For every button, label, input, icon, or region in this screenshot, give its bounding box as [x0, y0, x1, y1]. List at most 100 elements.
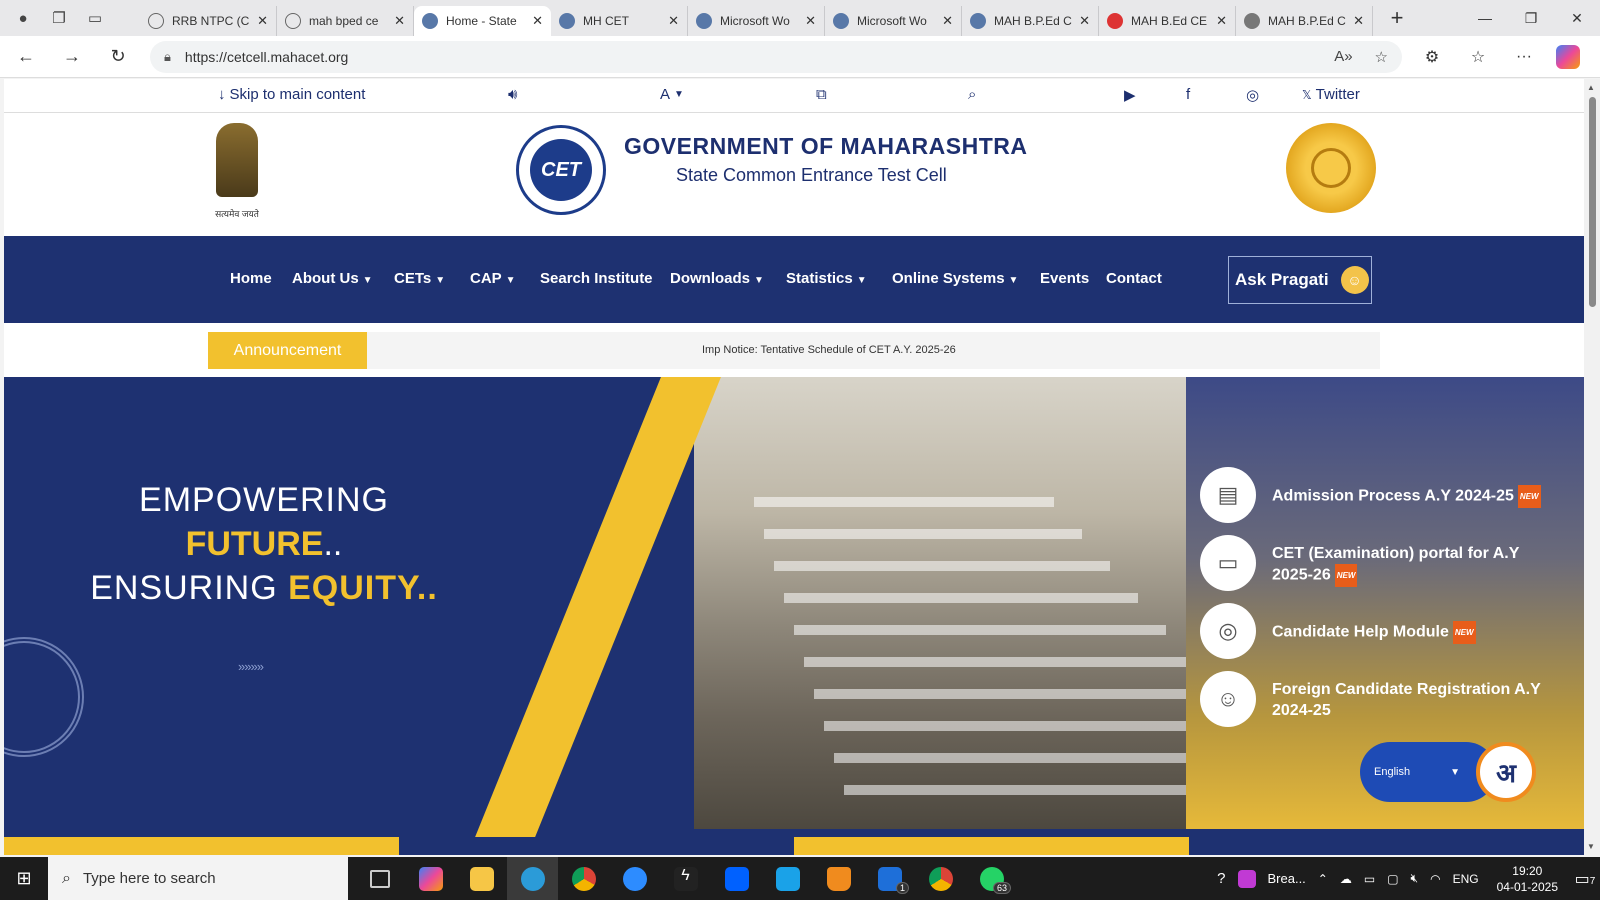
nav-item-downloads[interactable]: Downloads ▼ [670, 270, 764, 287]
sitemap-icon[interactable]: ⧉ [816, 86, 827, 103]
winamp-icon[interactable]: ϟ [660, 857, 711, 900]
read-aloud-icon[interactable]: A» [1334, 48, 1352, 65]
twitter-link[interactable]: 𝕏 Twitter [1302, 86, 1360, 103]
skip-link[interactable]: ↓ Skip to main content [218, 86, 365, 103]
dropbox-icon[interactable] [711, 857, 762, 900]
quick-link[interactable]: ▤ Admission Process A.Y 2024-25 NEW [1200, 467, 1562, 523]
skip-link-label: Skip to main content [229, 86, 366, 103]
speaker-icon[interactable]: 🔊︎ [508, 86, 517, 103]
whatsapp-icon[interactable]: 63 [966, 857, 1017, 900]
close-tab-icon[interactable]: ✕ [1079, 13, 1090, 29]
nav-item-contact[interactable]: Contact [1106, 270, 1162, 287]
quick-link[interactable]: ◎ Candidate Help Module NEW [1200, 603, 1562, 659]
lock-icon[interactable]: 🔒︎ [164, 49, 171, 65]
browser-tab[interactable]: Home - State ✕ [414, 6, 551, 36]
browser-tab[interactable]: MH CET ✕ [551, 6, 688, 36]
extensions-icon[interactable]: ⚙ [1412, 47, 1452, 67]
clock[interactable]: 19:20 04-01-2025 [1497, 863, 1558, 895]
close-tab-icon[interactable]: ✕ [394, 13, 405, 29]
task-view-icon[interactable] [354, 857, 405, 900]
language-indicator[interactable]: ENG [1453, 872, 1479, 886]
restore-icon[interactable]: ❐ [1508, 0, 1554, 36]
chevron-up-icon[interactable]: ⌃ [1318, 872, 1328, 886]
scroll-down-icon[interactable]: ▼ [1587, 842, 1595, 851]
workspaces-icon[interactable]: ❐ [44, 4, 74, 32]
copilot-icon[interactable] [1556, 44, 1580, 69]
browser-tab[interactable]: MAH B.Ed CE ✕ [1099, 6, 1236, 36]
nav-item-online-systems[interactable]: Online Systems ▼ [892, 270, 1018, 287]
instagram-icon[interactable]: ◎ [1246, 86, 1259, 104]
wifi-icon[interactable]: ◠ [1430, 872, 1440, 886]
nav-item-events[interactable]: Events [1040, 270, 1089, 287]
taskbar-search[interactable]: ⌕ Type here to search [48, 857, 348, 900]
browser-tab[interactable]: MAH B.P.Ed C ✕ [1236, 6, 1373, 36]
scroll-thumb[interactable] [1589, 97, 1596, 307]
display-icon[interactable]: ▢ [1387, 872, 1398, 886]
forward-icon[interactable]: → [52, 41, 92, 73]
help-icon[interactable]: ? [1217, 870, 1225, 887]
hero-equity: EQUITY.. [288, 569, 438, 607]
browser-tab[interactable]: Microsoft Wo ✕ [688, 6, 825, 36]
close-tab-icon[interactable]: ✕ [1216, 13, 1227, 29]
quick-link[interactable]: ☺ Foreign Candidate Registration A.Y 2024… [1200, 671, 1562, 727]
browser-tab[interactable]: mah bped ce ✕ [277, 6, 414, 36]
youtube-icon[interactable]: ▶ [1124, 86, 1136, 104]
font-size-toggle[interactable]: A ▼ [660, 86, 684, 103]
browser-tab[interactable]: MAH B.P.Ed C ✕ [962, 6, 1099, 36]
browser-tab[interactable]: RRB NTPC (C ✕ [140, 6, 277, 36]
tray-app-icon[interactable] [1237, 869, 1256, 888]
ask-pragati-button[interactable]: Ask Pragati ☺ [1228, 256, 1372, 304]
vlc-icon[interactable] [813, 857, 864, 900]
windows-start-icon[interactable]: ⊞ [0, 857, 48, 900]
edge-icon[interactable] [507, 857, 558, 900]
nav-item-statistics[interactable]: Statistics ▼ [786, 270, 867, 287]
browser-tab[interactable]: Microsoft Wo ✕ [825, 6, 962, 36]
store-icon[interactable] [762, 857, 813, 900]
favorites-icon[interactable]: ☆ [1458, 47, 1498, 67]
close-window-icon[interactable]: ✕ [1554, 0, 1600, 36]
tray-app-label[interactable]: Brea... [1268, 871, 1306, 886]
close-tab-icon[interactable]: ✕ [532, 13, 543, 29]
browser-tab-strip: ● ❐ ▭ RRB NTPC (C ✕ mah bped ce ✕ Home - Sta… [0, 0, 1600, 36]
chrome-profile-icon[interactable] [915, 857, 966, 900]
chevron-down-icon: ▼ [856, 275, 867, 286]
profile-icon[interactable]: ● [8, 4, 38, 32]
close-tab-icon[interactable]: ✕ [668, 13, 679, 29]
url-text[interactable]: https://cetcell.mahacet.org [185, 49, 1312, 65]
minimize-icon[interactable]: — [1462, 0, 1508, 36]
nav-item-home[interactable]: Home [230, 270, 272, 287]
zoom-icon[interactable] [609, 857, 660, 900]
search-icon[interactable]: ⌕ [968, 86, 976, 103]
copilot-app-icon[interactable] [405, 857, 456, 900]
favorite-star-icon[interactable]: ☆ [1375, 48, 1388, 66]
close-tab-icon[interactable]: ✕ [257, 13, 268, 29]
url-field[interactable]: 🔒︎ https://cetcell.mahacet.org A» ☆ [150, 40, 1402, 73]
file-explorer-icon[interactable] [456, 857, 507, 900]
tab-actions-icon[interactable]: ▭ [80, 4, 110, 32]
nav-item-cap[interactable]: CAP ▼ [470, 270, 516, 287]
mail-icon[interactable]: 1 [864, 857, 915, 900]
battery-icon[interactable]: ▭ [1364, 872, 1375, 886]
nav-item-search-institute[interactable]: Search Institute [540, 270, 653, 287]
close-tab-icon[interactable]: ✕ [942, 13, 953, 29]
page-scrollbar[interactable]: ▲ ▼ [1584, 79, 1600, 855]
volume-muted-icon[interactable]: 🔇︎ [1411, 871, 1419, 886]
onedrive-icon[interactable]: ☁ [1340, 872, 1352, 886]
scroll-up-icon[interactable]: ▲ [1587, 83, 1595, 92]
notification-icon[interactable]: ▭7 [1570, 869, 1600, 889]
chrome-icon[interactable] [558, 857, 609, 900]
more-icon[interactable]: ··· [1504, 48, 1544, 66]
close-tab-icon[interactable]: ✕ [805, 13, 816, 29]
reload-icon[interactable]: ↻ [98, 41, 138, 73]
nav-item-cets[interactable]: CETs ▼ [394, 270, 445, 287]
chatbot-button[interactable]: अ [1476, 742, 1536, 802]
announcement-text[interactable]: Imp Notice: Tentative Schedule of CET A.… [702, 344, 956, 356]
close-tab-icon[interactable]: ✕ [1353, 13, 1364, 29]
cet-logo[interactable]: CET [516, 125, 606, 215]
quick-link[interactable]: ▭ CET (Examination) portal for A.Y 2025-2… [1200, 535, 1562, 591]
new-tab-button[interactable]: + [1379, 5, 1415, 31]
nav-item-about-us[interactable]: About Us ▼ [292, 270, 373, 287]
back-icon[interactable]: ← [6, 41, 46, 73]
facebook-icon[interactable]: f [1186, 86, 1190, 103]
tab-label: Microsoft Wo [857, 14, 927, 28]
